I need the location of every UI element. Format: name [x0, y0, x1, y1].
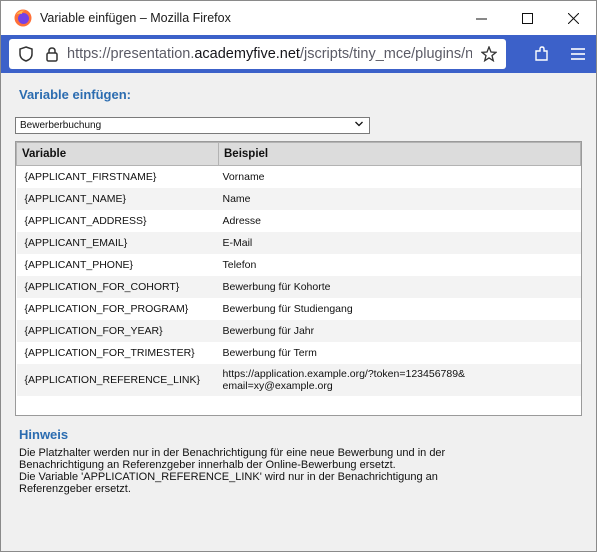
hint-line: Referenzgeber ersetzt. [19, 483, 131, 495]
page-title: Variable einfügen: [19, 87, 131, 102]
column-header-example: Beispiel [218, 142, 581, 166]
hint-line: Die Variable 'APPLICATION_REFERENCE_LINK… [19, 471, 438, 483]
variable-cell[interactable]: {APPLICANT_FIRSTNAME} [17, 166, 219, 189]
example-cell: Bewerbung für Kohorte [218, 276, 581, 298]
variable-cell[interactable]: {APPLICANT_ADDRESS} [17, 210, 219, 232]
puzzle-icon [535, 46, 548, 61]
firefox-logo-icon [14, 9, 32, 27]
hint-line: Die Platzhalter werden nur in der Benach… [19, 447, 446, 459]
column-header-variable: Variable [16, 142, 219, 166]
url-path: /jscripts/tiny_mce/plugins/new [299, 46, 472, 62]
table-row[interactable]: {APPLICANT_PHONE} Telefon [17, 254, 581, 276]
close-button[interactable] [550, 1, 596, 35]
table-row[interactable]: {APPLICATION_FOR_PROGRAM} Bewerbung für … [17, 298, 581, 320]
table-row[interactable]: {APPLICATION_REFERENCE_LINK} https://app… [16, 364, 581, 396]
variable-cell[interactable]: {APPLICATION_REFERENCE_LINK} [16, 364, 219, 396]
variable-cell[interactable]: {APPLICATION_FOR_TRIMESTER} [17, 342, 219, 364]
variable-cell[interactable]: {APPLICANT_EMAIL} [16, 232, 219, 254]
variables-table: Variable Beispiel {APPLICANT_FIRSTNAME} … [16, 142, 581, 396]
bookmark-star-icon[interactable] [480, 45, 498, 63]
example-cell: https://application.example.org/?token=1… [218, 364, 581, 396]
variable-cell[interactable]: {APPLICATION_FOR_COHORT} [16, 276, 219, 298]
maximize-icon [521, 12, 533, 24]
window-controls [458, 1, 596, 35]
menu-button[interactable] [560, 35, 596, 73]
example-cell: Adresse [222, 215, 262, 227]
example-cell: Bewerbung für Jahr [218, 320, 581, 342]
example-cell: Bewerbung für Term [222, 347, 317, 359]
variable-cell[interactable]: {APPLICANT_NAME} [16, 188, 219, 210]
example-cell: Telefon [222, 259, 257, 271]
url-host: academyfive.net [194, 46, 300, 62]
toolbar-right [524, 35, 596, 73]
hint-text: Die Platzhalter werden nur in der Benach… [19, 447, 579, 495]
chevron-down-icon [355, 121, 363, 127]
table-row[interactable]: {APPLICATION_FOR_YEAR} Bewerbung für Jah… [16, 320, 581, 342]
table-row[interactable]: {APPLICANT_ADDRESS} Adresse [17, 210, 581, 232]
browser-window: Variable einfügen – Mozilla Firefox http… [0, 0, 597, 552]
table-header-row: Variable Beispiel [16, 142, 581, 166]
category-select[interactable]: Bewerberbuchung [15, 117, 370, 134]
title-bar: Variable einfügen – Mozilla Firefox [1, 1, 596, 35]
lock-icon[interactable] [43, 45, 61, 63]
example-cell: Name [218, 188, 581, 210]
variables-table-container: Variable Beispiel {APPLICANT_FIRSTNAME} … [15, 141, 582, 416]
table-row[interactable]: {APPLICATION_FOR_COHORT} Bewerbung für K… [16, 276, 581, 298]
minimize-button[interactable] [458, 1, 504, 35]
window-title: Variable einfügen – Mozilla Firefox [40, 11, 231, 25]
url-prefix: https://presentation. [67, 46, 195, 62]
hint-heading: Hinweis [19, 427, 69, 442]
shield-icon[interactable] [17, 45, 35, 63]
variable-cell[interactable]: {APPLICANT_PHONE} [17, 254, 219, 276]
table-row[interactable]: {APPLICANT_NAME} Name [16, 188, 581, 210]
variable-cell[interactable]: {APPLICATION_FOR_YEAR} [16, 320, 219, 342]
url-text[interactable]: https://presentation.academyfive.net/jsc… [67, 46, 472, 62]
close-icon [567, 12, 579, 24]
extensions-button[interactable] [524, 35, 560, 73]
maximize-button[interactable] [504, 1, 550, 35]
minimize-icon [475, 18, 487, 19]
table-row[interactable]: {APPLICATION_FOR_TRIMESTER} Bewerbung fü… [17, 342, 581, 364]
page-content: Variable einfügen: Bewerberbuchung Varia… [1, 74, 596, 551]
url-bar[interactable]: https://presentation.academyfive.net/jsc… [9, 39, 506, 69]
example-line: https://application.example.org/?token=1… [222, 368, 466, 380]
example-cell: Vorname [222, 171, 265, 183]
hamburger-menu-icon [571, 48, 585, 60]
hint-line: Benachrichtigung an Referenzgeber innerh… [19, 459, 396, 471]
navigation-bar: https://presentation.academyfive.net/jsc… [1, 35, 596, 73]
example-cell: Bewerbung für Studiengang [222, 303, 353, 315]
table-row[interactable]: {APPLICANT_EMAIL} E-Mail [16, 232, 581, 254]
example-cell: E-Mail [218, 232, 581, 254]
table-row[interactable]: {APPLICANT_FIRSTNAME} Vorname [17, 166, 581, 189]
variable-cell[interactable]: {APPLICATION_FOR_PROGRAM} [17, 298, 219, 320]
example-line: email=xy@example.org [222, 380, 333, 392]
select-value: Bewerberbuchung [20, 120, 102, 131]
